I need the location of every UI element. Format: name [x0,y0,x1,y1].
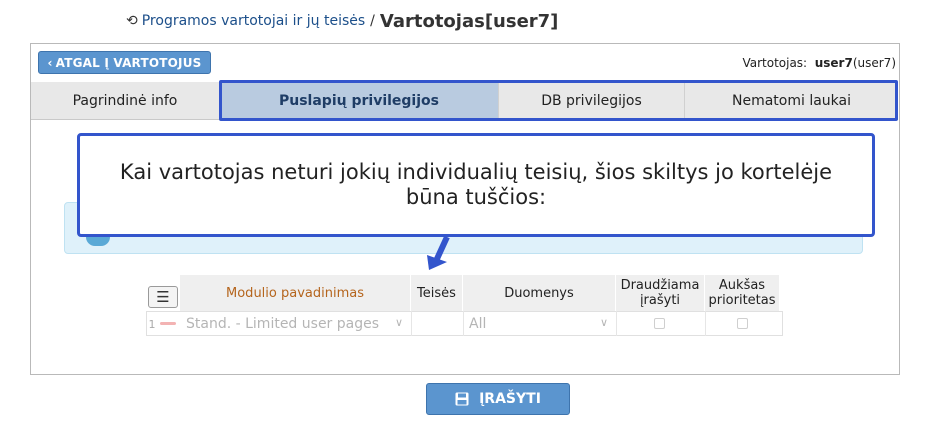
arrow-down-icon [427,235,450,270]
breadcrumb-separator: / [370,13,375,29]
no-write-checkbox[interactable] [654,318,665,329]
chevron-down-icon: ∨ [394,316,403,329]
table-menu-button[interactable]: ☰ [148,286,178,308]
tab-bar: Pagrindinė info Puslapių privilegijos DB… [31,82,898,120]
breadcrumb-parent-link[interactable]: Programos vartotojai ir jų teisės [142,13,365,29]
annotation-callout: Kai vartotojas neturi jokių individualių… [77,133,875,237]
user-label: Vartotojas: [742,56,808,70]
column-module-name[interactable]: Modulio pavadinimas [180,275,411,311]
remove-row-icon[interactable] [160,322,176,325]
callout-text: Kai vartotojas neturi jokių individualių… [119,160,833,209]
tab-main-info[interactable]: Pagrindinė info [31,82,220,119]
save-button[interactable]: ĮRAŠYTI [426,383,570,415]
module-select-value: Stand. - Limited user pages [186,315,380,332]
tab-hidden-fields[interactable]: Nematomi laukai [685,82,898,119]
column-data[interactable]: Duomenys [463,275,616,311]
user-detail: (user7) [852,56,896,70]
column-rights[interactable]: Teisės [411,275,463,311]
user-info: Vartotojas: user7(user7) [742,56,896,70]
chevron-down-icon: ∨ [599,316,608,329]
tab-page-privileges[interactable]: Puslapių privilegijos [220,82,499,119]
rights-cell[interactable] [411,311,463,336]
column-high-priority[interactable]: Aukšas prioritetas [705,275,780,311]
module-select[interactable]: Stand. - Limited user pages ∨ [180,312,411,335]
back-button-label: ATGAL Į VARTOTOJUS [55,55,202,70]
back-to-users-button[interactable]: ‹ ATGAL Į VARTOTOJUS [38,51,211,74]
page-title: Vartotojas[user7] [379,10,559,32]
column-no-write[interactable]: Draudžiama įrašyti [616,275,705,311]
breadcrumb: ⟲ Programos vartotojai ir jų teisės / Va… [126,8,558,34]
high-priority-checkbox[interactable] [737,318,748,329]
tab-db-privileges[interactable]: DB privilegijos [499,82,685,119]
chevron-left-icon: ‹ [47,55,53,70]
data-select[interactable]: All ∨ [463,312,616,335]
hamburger-icon: ☰ [156,288,170,306]
row-number: 1 [148,317,156,331]
history-icon: ⟲ [126,13,138,29]
save-button-label: ĮRAŠYTI [479,391,541,407]
save-icon [455,392,469,406]
data-select-value: All [469,315,487,332]
user-name: user7 [814,56,853,70]
